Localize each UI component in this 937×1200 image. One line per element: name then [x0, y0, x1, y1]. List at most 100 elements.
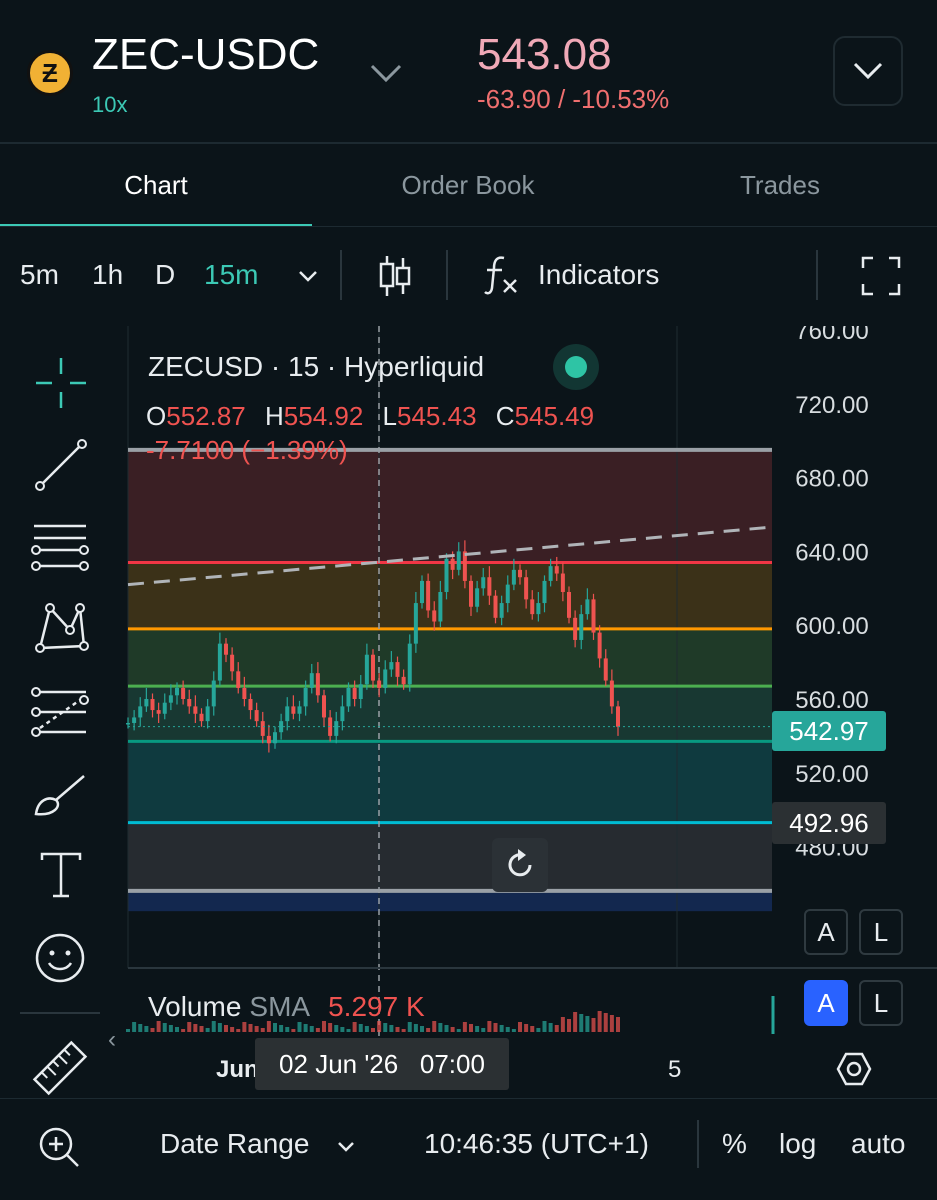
candle-body: [230, 654, 235, 672]
pair-selector-chevron-icon[interactable]: [368, 58, 404, 86]
volume-bar: [266, 1021, 271, 1032]
candle-body: [413, 603, 418, 644]
volume-bar: [162, 1023, 167, 1032]
volume-bar: [328, 1023, 333, 1032]
candle-body: [364, 654, 369, 685]
legend-o-label: O: [146, 401, 166, 431]
volume-bar: [352, 1022, 357, 1032]
candle-body: [303, 687, 308, 707]
auto-scale-toggle[interactable]: auto: [851, 1128, 906, 1160]
volume-bar: [536, 1028, 541, 1032]
volume-bar: [144, 1026, 149, 1032]
candle-body: [315, 673, 320, 696]
chart-settings-icon[interactable]: [835, 1050, 873, 1088]
candle-body: [456, 551, 461, 570]
zoom-in-icon[interactable]: [36, 1124, 82, 1170]
candle-body: [383, 669, 388, 688]
tab-chart[interactable]: Chart: [0, 170, 312, 201]
tab-trades[interactable]: Trades: [624, 170, 936, 201]
volume-bar: [554, 1025, 559, 1032]
candle-body: [548, 566, 553, 581]
candle-body: [542, 580, 547, 604]
volume-bar: [309, 1026, 314, 1032]
candle-body: [273, 732, 277, 744]
log-scale-button[interactable]: L: [859, 909, 903, 955]
indicators-fx-icon[interactable]: [482, 254, 522, 296]
candle-body: [193, 706, 198, 714]
volume-bar: [511, 1029, 516, 1032]
volume-bar: [230, 1027, 235, 1032]
volume-bar: [475, 1026, 480, 1032]
candle-body: [352, 687, 357, 699]
volume-bar: [279, 1025, 284, 1032]
volume-bar: [291, 1029, 296, 1032]
candle-body: [475, 588, 480, 607]
candle-body: [260, 721, 265, 736]
reset-chart-button[interactable]: [492, 838, 548, 892]
time-axis-label-5: 5: [668, 1056, 682, 1083]
candle-body: [199, 713, 204, 722]
date-range-button[interactable]: Date Range: [160, 1128, 309, 1160]
candle-body: [254, 710, 259, 722]
volume-bar: [407, 1022, 412, 1032]
indicators-button[interactable]: Indicators: [538, 259, 659, 291]
tab-order-book[interactable]: Order Book: [312, 170, 624, 201]
volume-bar: [377, 1021, 382, 1032]
timezone-clock[interactable]: 10:46:35 (UTC+1): [424, 1128, 649, 1160]
auto-scale-button[interactable]: A: [804, 909, 848, 955]
candle-body: [524, 577, 529, 600]
timeframe-dropdown-chevron-icon[interactable]: [296, 268, 320, 284]
volume-bar: [138, 1024, 143, 1032]
volume-bar: [487, 1021, 492, 1032]
volume-bar: [450, 1027, 455, 1032]
crosshair-time-tag: 02 Jun '26 07:00: [255, 1038, 509, 1090]
volume-bar: [524, 1024, 529, 1032]
candle-body: [389, 662, 394, 670]
timeframe-d[interactable]: D: [155, 259, 175, 291]
candle-body: [579, 614, 584, 640]
volume-bar: [217, 1023, 222, 1032]
candle-body: [567, 591, 571, 618]
percent-scale-toggle[interactable]: %: [722, 1128, 747, 1160]
volume-auto-scale-button[interactable]: A: [804, 980, 848, 1026]
volume-label: Volume: [148, 991, 241, 1022]
timeframe-1h[interactable]: 1h: [92, 259, 123, 291]
volume-bar: [438, 1023, 443, 1032]
timeframe-15m-selected[interactable]: 15m: [204, 259, 258, 291]
expand-header-button[interactable]: [833, 36, 903, 106]
candle-body: [162, 702, 167, 714]
candle-body: [591, 599, 596, 633]
volume-log-scale-button[interactable]: L: [859, 980, 903, 1026]
candle-body: [395, 662, 400, 677]
candle-body: [132, 717, 137, 723]
volume-bar: [389, 1025, 394, 1032]
timeframe-5m[interactable]: 5m: [20, 259, 59, 291]
volume-bar: [505, 1027, 510, 1032]
volume-bar: [609, 1015, 614, 1032]
volume-bar: [579, 1014, 584, 1032]
log-scale-toggle[interactable]: log: [779, 1128, 816, 1160]
candle-body: [156, 710, 161, 714]
level-band: [128, 741, 772, 823]
price-chart[interactable]: 760.00 720.00 680.00 640.00 600.00 560.00 520.…: [0, 326, 937, 1086]
volume-bar: [413, 1024, 418, 1032]
level-band: [128, 562, 772, 629]
candle-body: [616, 706, 620, 727]
candlestick-type-icon[interactable]: [377, 252, 413, 300]
volume-bar: [322, 1021, 326, 1032]
volume-bar: [211, 1021, 216, 1032]
toolbar-divider: [340, 250, 342, 300]
zcash-coin-icon: Ƶ: [27, 50, 73, 96]
candle-body: [126, 722, 130, 725]
toolbar-divider: [446, 250, 448, 300]
fullscreen-icon[interactable]: [861, 256, 901, 296]
market-pair-name[interactable]: ZEC-USDC: [92, 30, 319, 80]
volume-bar: [285, 1027, 290, 1032]
candle-body: [530, 599, 535, 615]
level-band: [128, 822, 772, 891]
candle-body: [438, 591, 443, 622]
volume-bar: [199, 1026, 204, 1032]
volume-bar: [334, 1025, 339, 1032]
legend-c-label: C: [496, 401, 515, 431]
date-range-chevron-icon[interactable]: [336, 1140, 356, 1154]
